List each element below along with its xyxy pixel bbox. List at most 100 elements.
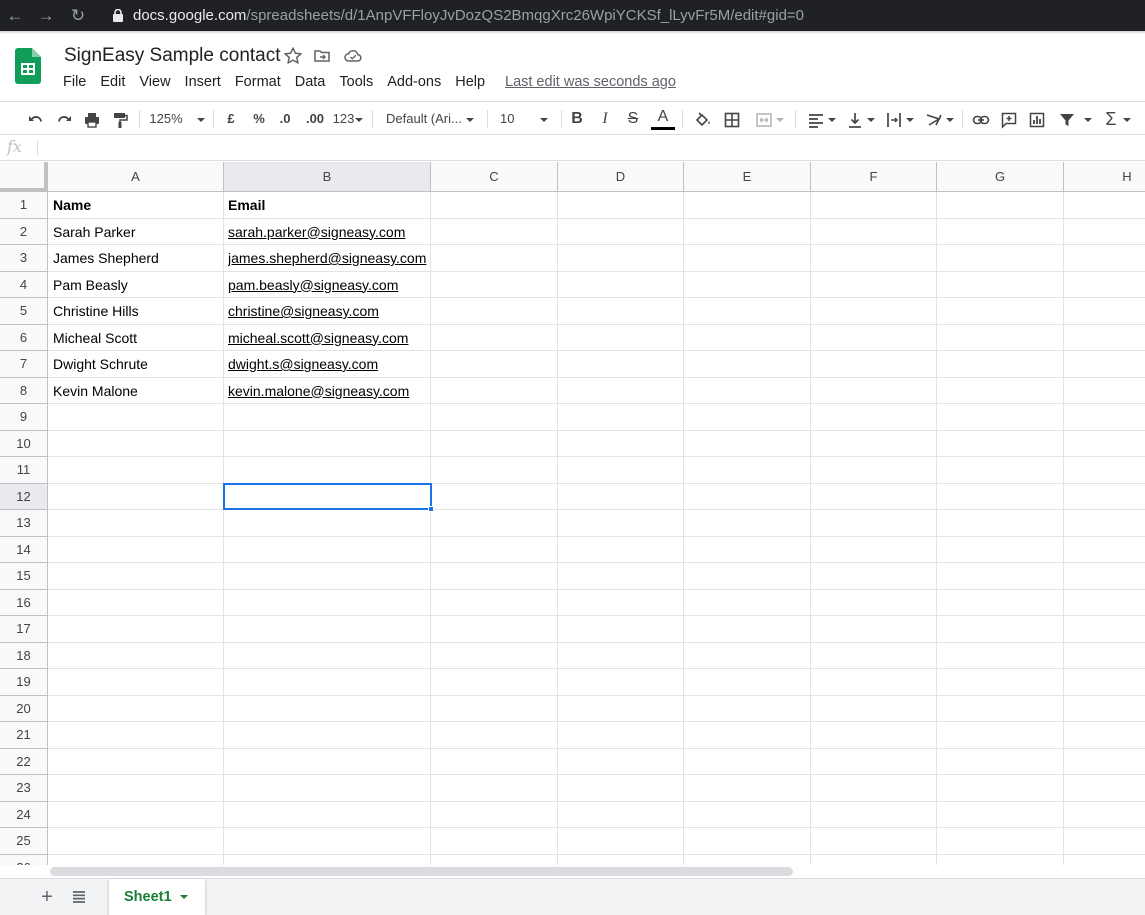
row-header-15[interactable]: 15: [0, 563, 48, 590]
strikethrough-button[interactable]: S: [623, 107, 643, 131]
text-wrapping-button[interactable]: [881, 107, 917, 131]
horizontal-scrollbar[interactable]: [50, 867, 793, 876]
row-header-13[interactable]: 13: [0, 510, 48, 537]
row-header-22[interactable]: 22: [0, 748, 48, 775]
row-header-21[interactable]: 21: [0, 722, 48, 749]
row-header-10[interactable]: 10: [0, 430, 48, 457]
row-header-9[interactable]: 9: [0, 404, 48, 431]
currency-format-button[interactable]: £: [221, 107, 241, 131]
row-header-11[interactable]: 11: [0, 457, 48, 484]
column-header-c[interactable]: C: [431, 162, 558, 192]
row-header-4[interactable]: 4: [0, 271, 48, 298]
menu-edit[interactable]: Edit: [100, 73, 125, 91]
last-edit-link[interactable]: Last edit was seconds ago: [505, 73, 676, 91]
menu-view[interactable]: View: [139, 73, 170, 91]
cell-email-link[interactable]: kevin.malone@signeasy.com: [228, 378, 429, 404]
column-header-a[interactable]: A: [48, 162, 224, 192]
cell-email-link[interactable]: sarah.parker@signeasy.com: [228, 219, 429, 245]
column-header-h[interactable]: H: [1064, 162, 1145, 192]
cell-name[interactable]: Pam Beasly: [53, 272, 221, 298]
row-header-6[interactable]: 6: [0, 324, 48, 351]
row-header-23[interactable]: 23: [0, 775, 48, 802]
cell-name[interactable]: Dwight Schrute: [53, 351, 221, 377]
row-header-14[interactable]: 14: [0, 536, 48, 563]
fill-color-button[interactable]: [692, 107, 714, 131]
move-folder-icon[interactable]: [312, 46, 332, 66]
merge-cells-button[interactable]: [750, 107, 788, 131]
print-button[interactable]: [81, 107, 103, 131]
cell-name[interactable]: James Shepherd: [53, 245, 221, 271]
menu-file[interactable]: File: [63, 73, 86, 91]
add-sheet-button[interactable]: +: [35, 885, 59, 909]
insert-comment-button[interactable]: [998, 107, 1020, 131]
header-cell-email[interactable]: Email: [228, 192, 429, 218]
all-sheets-button[interactable]: [67, 885, 91, 909]
borders-button[interactable]: [721, 107, 743, 131]
cell-email-link[interactable]: dwight.s@signeasy.com: [228, 351, 429, 377]
row-header-19[interactable]: 19: [0, 669, 48, 696]
cell-name[interactable]: Kevin Malone: [53, 378, 221, 404]
menu-tools[interactable]: Tools: [339, 73, 373, 91]
percent-format-button[interactable]: %: [249, 107, 269, 131]
vertical-align-button[interactable]: [842, 107, 878, 131]
menu-help[interactable]: Help: [455, 73, 485, 91]
row-header-18[interactable]: 18: [0, 642, 48, 669]
column-header-e[interactable]: E: [684, 162, 811, 192]
zoom-select[interactable]: 125%: [147, 107, 207, 131]
text-color-button[interactable]: A: [651, 107, 675, 131]
row-header-16[interactable]: 16: [0, 589, 48, 616]
cell-email-link[interactable]: james.shepherd@signeasy.com: [228, 245, 429, 271]
cell-name[interactable]: Christine Hills: [53, 298, 221, 324]
row-header-24[interactable]: 24: [0, 801, 48, 828]
paint-format-button[interactable]: [109, 107, 131, 131]
sheet-tab-sheet1[interactable]: Sheet1: [109, 879, 205, 915]
row-header-2[interactable]: 2: [0, 218, 48, 245]
row-header-26[interactable]: 26: [0, 854, 48, 865]
text-rotation-button[interactable]: [921, 107, 957, 131]
cell-email-link[interactable]: micheal.scott@signeasy.com: [228, 325, 429, 351]
header-cell-name[interactable]: Name: [53, 192, 221, 218]
horizontal-align-button[interactable]: [803, 107, 839, 131]
forward-icon[interactable]: →: [36, 6, 56, 26]
font-size-select[interactable]: 10: [500, 107, 554, 131]
spreadsheet-grid[interactable]: A B C D E F G H 1 2 3 4 5 6 7 8 9 10 11 12 13 14 15 16 17 18 19 20 2…: [0, 162, 1145, 865]
selected-cell-b12[interactable]: [223, 482, 434, 512]
row-header-17[interactable]: 17: [0, 616, 48, 643]
row-header-7[interactable]: 7: [0, 351, 48, 378]
row-header-8[interactable]: 8: [0, 377, 48, 404]
column-header-b[interactable]: B: [224, 162, 431, 192]
undo-button[interactable]: [25, 107, 47, 131]
increase-decimal-button[interactable]: .00: [302, 107, 328, 131]
menu-insert[interactable]: Insert: [185, 73, 221, 91]
cell-email-link[interactable]: christine@signeasy.com: [228, 298, 429, 324]
menu-add-ons[interactable]: Add-ons: [387, 73, 441, 91]
row-header-25[interactable]: 25: [0, 828, 48, 855]
bold-button[interactable]: B: [567, 107, 587, 131]
menu-data[interactable]: Data: [295, 73, 326, 91]
insert-link-button[interactable]: [970, 107, 992, 131]
cloud-saved-icon[interactable]: [343, 46, 363, 66]
row-header-1[interactable]: 1: [0, 192, 48, 219]
decrease-decimal-button[interactable]: .0: [274, 107, 296, 131]
formula-input[interactable]: [44, 135, 1139, 160]
column-header-g[interactable]: G: [937, 162, 1064, 192]
redo-button[interactable]: [53, 107, 75, 131]
font-family-select[interactable]: Default (Ari...: [386, 107, 480, 131]
more-formats-button[interactable]: 123: [331, 107, 365, 131]
column-header-d[interactable]: D: [558, 162, 684, 192]
filter-button[interactable]: [1055, 107, 1095, 131]
row-header-3[interactable]: 3: [0, 245, 48, 272]
italic-button[interactable]: I: [595, 107, 615, 131]
reload-icon[interactable]: ↻: [68, 6, 88, 26]
back-icon[interactable]: ←: [5, 6, 25, 26]
fill-handle[interactable]: [428, 506, 434, 512]
document-title[interactable]: SignEasy Sample contact: [64, 44, 281, 68]
row-header-20[interactable]: 20: [0, 695, 48, 722]
functions-button[interactable]: Σ: [1100, 107, 1136, 131]
menu-format[interactable]: Format: [235, 73, 281, 91]
sheets-logo-icon[interactable]: [15, 48, 41, 84]
column-header-f[interactable]: F: [811, 162, 937, 192]
row-header-5[interactable]: 5: [0, 298, 48, 325]
address-bar[interactable]: docs.google.com/spreadsheets/d/1AnpVFFlo…: [133, 6, 804, 25]
star-icon[interactable]: [283, 46, 303, 66]
